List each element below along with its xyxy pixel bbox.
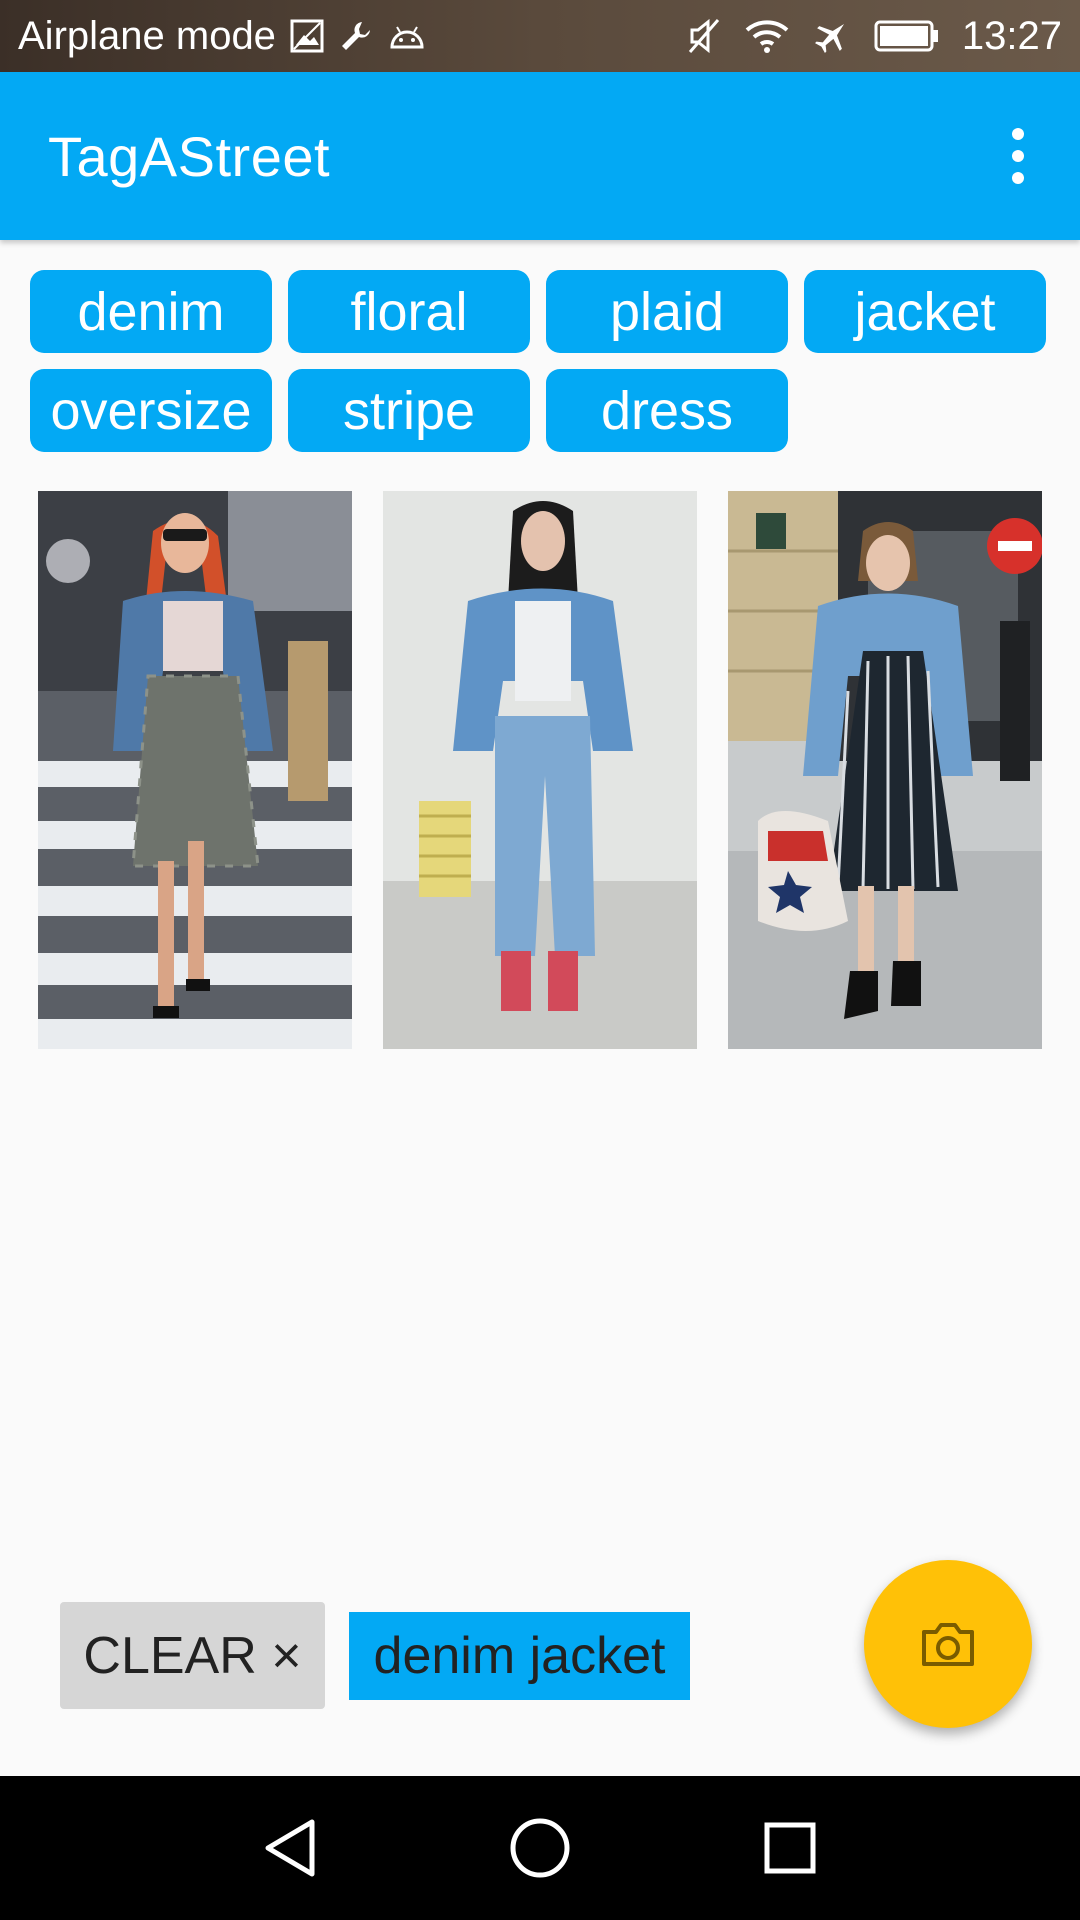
image-icon — [290, 19, 324, 53]
recents-icon[interactable] — [750, 1808, 830, 1888]
tag-chip-stripe[interactable]: stripe — [288, 369, 530, 452]
wifi-icon — [744, 18, 790, 54]
status-bar: Airplane mode 13:27 — [0, 0, 1080, 72]
airplane-mode-label: Airplane mode — [18, 13, 276, 58]
android-icon — [388, 21, 426, 51]
tag-chip-group: denim floral plaid jacket oversize strip… — [30, 270, 1060, 452]
more-vert-icon[interactable] — [998, 106, 1038, 206]
street-photo-1[interactable] — [38, 491, 352, 1049]
clear-button[interactable]: CLEAR × — [60, 1602, 325, 1709]
system-nav-bar — [0, 1776, 1080, 1920]
tag-chip-floral[interactable]: floral — [288, 270, 530, 353]
street-photo-3[interactable] — [728, 491, 1042, 1049]
vibrate-mute-icon — [686, 16, 722, 56]
airplane-icon — [812, 16, 852, 56]
wrench-icon — [338, 18, 374, 54]
status-time: 13:27 — [961, 13, 1062, 58]
street-photo-2[interactable] — [383, 491, 697, 1049]
tag-chip-jacket[interactable]: jacket — [804, 270, 1046, 353]
camera-fab-button[interactable] — [864, 1560, 1032, 1728]
app-bar: TagAStreet — [0, 72, 1080, 240]
home-icon[interactable] — [500, 1808, 580, 1888]
tag-chip-denim[interactable]: denim — [30, 270, 272, 353]
back-icon[interactable] — [250, 1808, 330, 1888]
photo-grid — [38, 491, 1042, 1049]
battery-icon — [874, 19, 940, 53]
tag-chip-oversize[interactable]: oversize — [30, 369, 272, 452]
camera-icon — [920, 1620, 976, 1668]
tag-chip-dress[interactable]: dress — [546, 369, 788, 452]
tag-chip-plaid[interactable]: plaid — [546, 270, 788, 353]
app-title: TagAStreet — [48, 124, 331, 188]
selected-query-tag: denim jacket — [349, 1612, 690, 1700]
